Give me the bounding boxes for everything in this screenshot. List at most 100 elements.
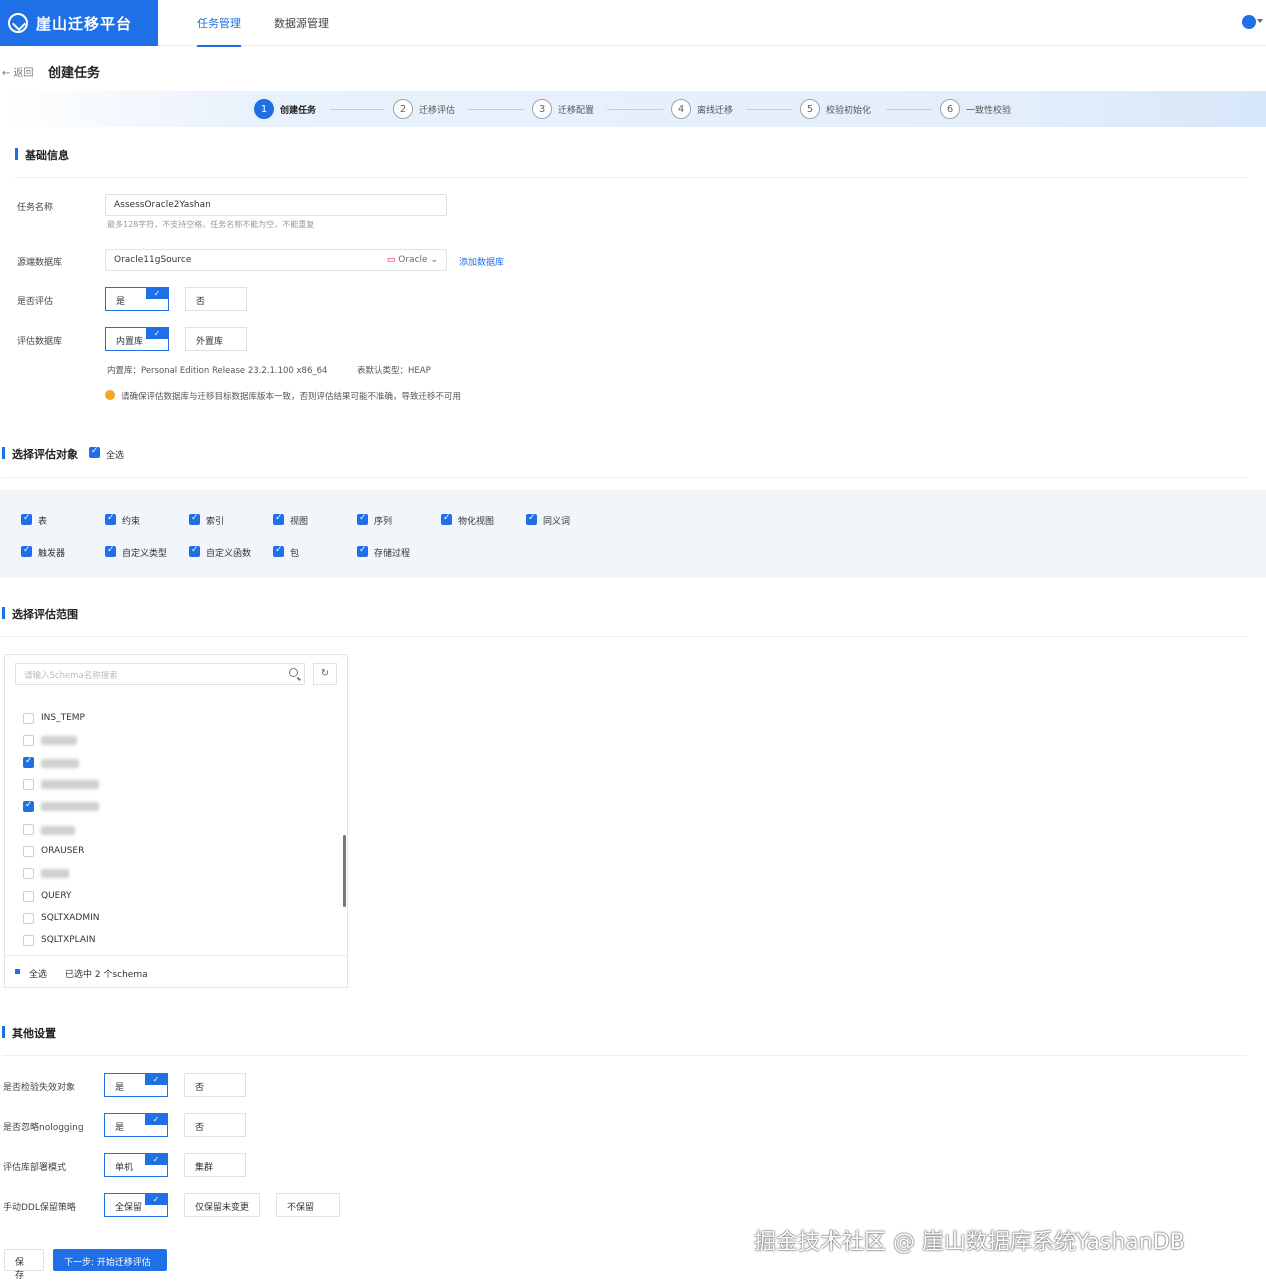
step-4: 4 离线迁移 [671, 99, 733, 119]
source-db-select[interactable]: Oracle11gSource ▭ Oracle ⌄ [105, 249, 447, 271]
object-label: 索引 [206, 517, 225, 527]
step-label: 离线迁移 [697, 105, 734, 116]
refresh-button[interactable]: ↻ [313, 663, 337, 685]
step-label: 一致性校验 [966, 105, 1012, 116]
schema-name: SQLTXADMIN [41, 913, 100, 923]
redacted-schema-name [41, 736, 77, 745]
object-label: 表 [38, 517, 48, 527]
object-label: 视图 [290, 517, 309, 527]
object-checkbox[interactable] [273, 545, 284, 557]
schema-checkbox[interactable] [23, 913, 34, 924]
task-name-input[interactable]: AssessOracle2Yashan [105, 194, 447, 216]
object-checkbox[interactable] [189, 545, 200, 557]
object-label: 包 [290, 549, 300, 559]
schema-checkbox[interactable] [23, 779, 34, 790]
step-1: 1 创建任务 [254, 99, 316, 119]
select-all-indicator-icon[interactable] [15, 969, 20, 974]
check-invalid-objects-label: 是否检验失效对象 [3, 1083, 76, 1093]
external-db-option[interactable]: 外置库 [185, 327, 247, 351]
schema-selected-count: 已选中 2 个schema [65, 970, 148, 980]
assess-no-option[interactable]: 否 [185, 287, 247, 311]
section-scope: 选择评估范围 [2, 606, 78, 622]
step-label: 创建任务 [280, 105, 317, 116]
source-db-label: 源端数据库 [17, 258, 63, 268]
ddl-keep-unchanged-option[interactable]: 仅保留未变更 [184, 1193, 260, 1217]
schema-checkbox[interactable] [23, 824, 34, 835]
schema-select-all-label[interactable]: 全选 [29, 967, 47, 980]
object-checkbox[interactable] [357, 513, 368, 525]
warning-icon [105, 390, 115, 400]
schema-checkbox[interactable] [23, 846, 34, 857]
app-logo[interactable]: 崖山迁移平台 [0, 0, 158, 46]
object-checkbox[interactable] [21, 513, 32, 525]
schema-scrollbar[interactable] [343, 835, 346, 907]
section-other-settings: 其他设置 [2, 1025, 56, 1041]
next-step-button[interactable]: 下一步: 开始迁移评估 [53, 1249, 167, 1271]
deploy-mode-label: 评估库部署模式 [3, 1163, 67, 1173]
schema-checkbox[interactable] [23, 756, 34, 768]
chevron-down-icon[interactable] [1257, 19, 1263, 23]
redacted-schema-name [41, 759, 79, 768]
object-checkbox[interactable] [21, 545, 32, 557]
divider [2, 1055, 1247, 1056]
ignore-nologging-no-option[interactable]: 否 [184, 1113, 246, 1137]
top-navbar: 崖山迁移平台 任务管理 数据源管理 [0, 0, 1266, 47]
app-title: 崖山迁移平台 [36, 14, 133, 33]
schema-checkbox[interactable] [23, 868, 34, 879]
builtin-db-info: 内置库：Personal Edition Release 23.2.1.100 … [107, 366, 328, 376]
warning-text: 请确保评估数据库与迁移目标数据库版本一致，否则评估结果可能不准确，导致迁移不可用 [121, 392, 462, 402]
step-connector [607, 109, 663, 110]
schema-footer: 全选 已选中 2 个schema [5, 955, 347, 987]
task-name-hint: 最多128字符，不支持空格，任务名称不能为空，不能重复 [107, 220, 315, 229]
ignore-nologging-yes-option[interactable]: 是 [104, 1113, 168, 1137]
deploy-single-option[interactable]: 单机 [104, 1153, 168, 1177]
object-checkbox[interactable] [441, 513, 452, 525]
save-button[interactable]: 保 存 [4, 1249, 44, 1281]
db-type-icon: ▭ [386, 255, 399, 265]
schema-checkbox[interactable] [23, 935, 34, 946]
source-db-type: ▭ Oracle ⌄ [386, 255, 438, 265]
user-avatar-icon[interactable] [1242, 15, 1256, 29]
object-checkbox[interactable] [357, 545, 368, 557]
assess-yes-option[interactable]: 是 [105, 287, 169, 311]
ddl-keep-all-option[interactable]: 全保留 [104, 1193, 168, 1217]
tab-datasource-management[interactable]: 数据源管理 [274, 15, 329, 31]
back-link[interactable]: ← 返回 [2, 64, 34, 79]
redacted-schema-name [41, 869, 69, 878]
source-db-type-text: Oracle [398, 255, 428, 265]
tab-task-management[interactable]: 任务管理 [197, 15, 241, 47]
step-number: 5 [800, 99, 820, 119]
check-invalid-yes-option[interactable]: 是 [104, 1073, 168, 1097]
check-invalid-no-option[interactable]: 否 [184, 1073, 246, 1097]
step-2: 2 迁移评估 [393, 99, 455, 119]
step-5: 5 校验初始化 [800, 99, 871, 119]
section-basic-info: 基础信息 [15, 147, 69, 163]
step-connector [330, 109, 385, 110]
schema-checkbox[interactable] [23, 713, 34, 724]
object-checkbox[interactable] [105, 545, 116, 557]
schema-checkbox[interactable] [23, 800, 34, 812]
step-connector [746, 109, 792, 110]
object-checkbox[interactable] [526, 513, 537, 525]
cloud-logo-icon [8, 13, 28, 33]
step-connector [468, 109, 524, 110]
objects-select-all-checkbox[interactable] [89, 446, 100, 458]
object-label: 物化视图 [458, 517, 495, 527]
schema-search-input[interactable]: 请输入Schema名称搜索 [15, 663, 305, 685]
objects-select-all-label: 全选 [106, 451, 125, 461]
add-source-db-link[interactable]: 添加数据库 [459, 255, 504, 268]
builtin-db-option[interactable]: 内置库 [105, 327, 169, 351]
search-icon[interactable] [289, 668, 298, 677]
schema-name: INS_TEMP [41, 713, 85, 723]
watermark-text: 掘金技术社区 @ 崖山数据库系统YashanDB [754, 1230, 1185, 1255]
ddl-keep-none-option[interactable]: 不保留 [276, 1193, 340, 1217]
schema-checkbox[interactable] [23, 735, 34, 746]
assess-db-label: 评估数据库 [17, 337, 63, 347]
page-title: 创建任务 [48, 66, 101, 81]
object-checkbox[interactable] [105, 513, 116, 525]
object-checkbox[interactable] [273, 513, 284, 525]
wizard-steps: 1 创建任务 2 迁移评估 3 迁移配置 4 离线迁移 5 校验初始化 6 一致… [0, 91, 1266, 127]
deploy-cluster-option[interactable]: 集群 [184, 1153, 246, 1177]
schema-checkbox[interactable] [23, 891, 34, 902]
object-checkbox[interactable] [189, 513, 200, 525]
